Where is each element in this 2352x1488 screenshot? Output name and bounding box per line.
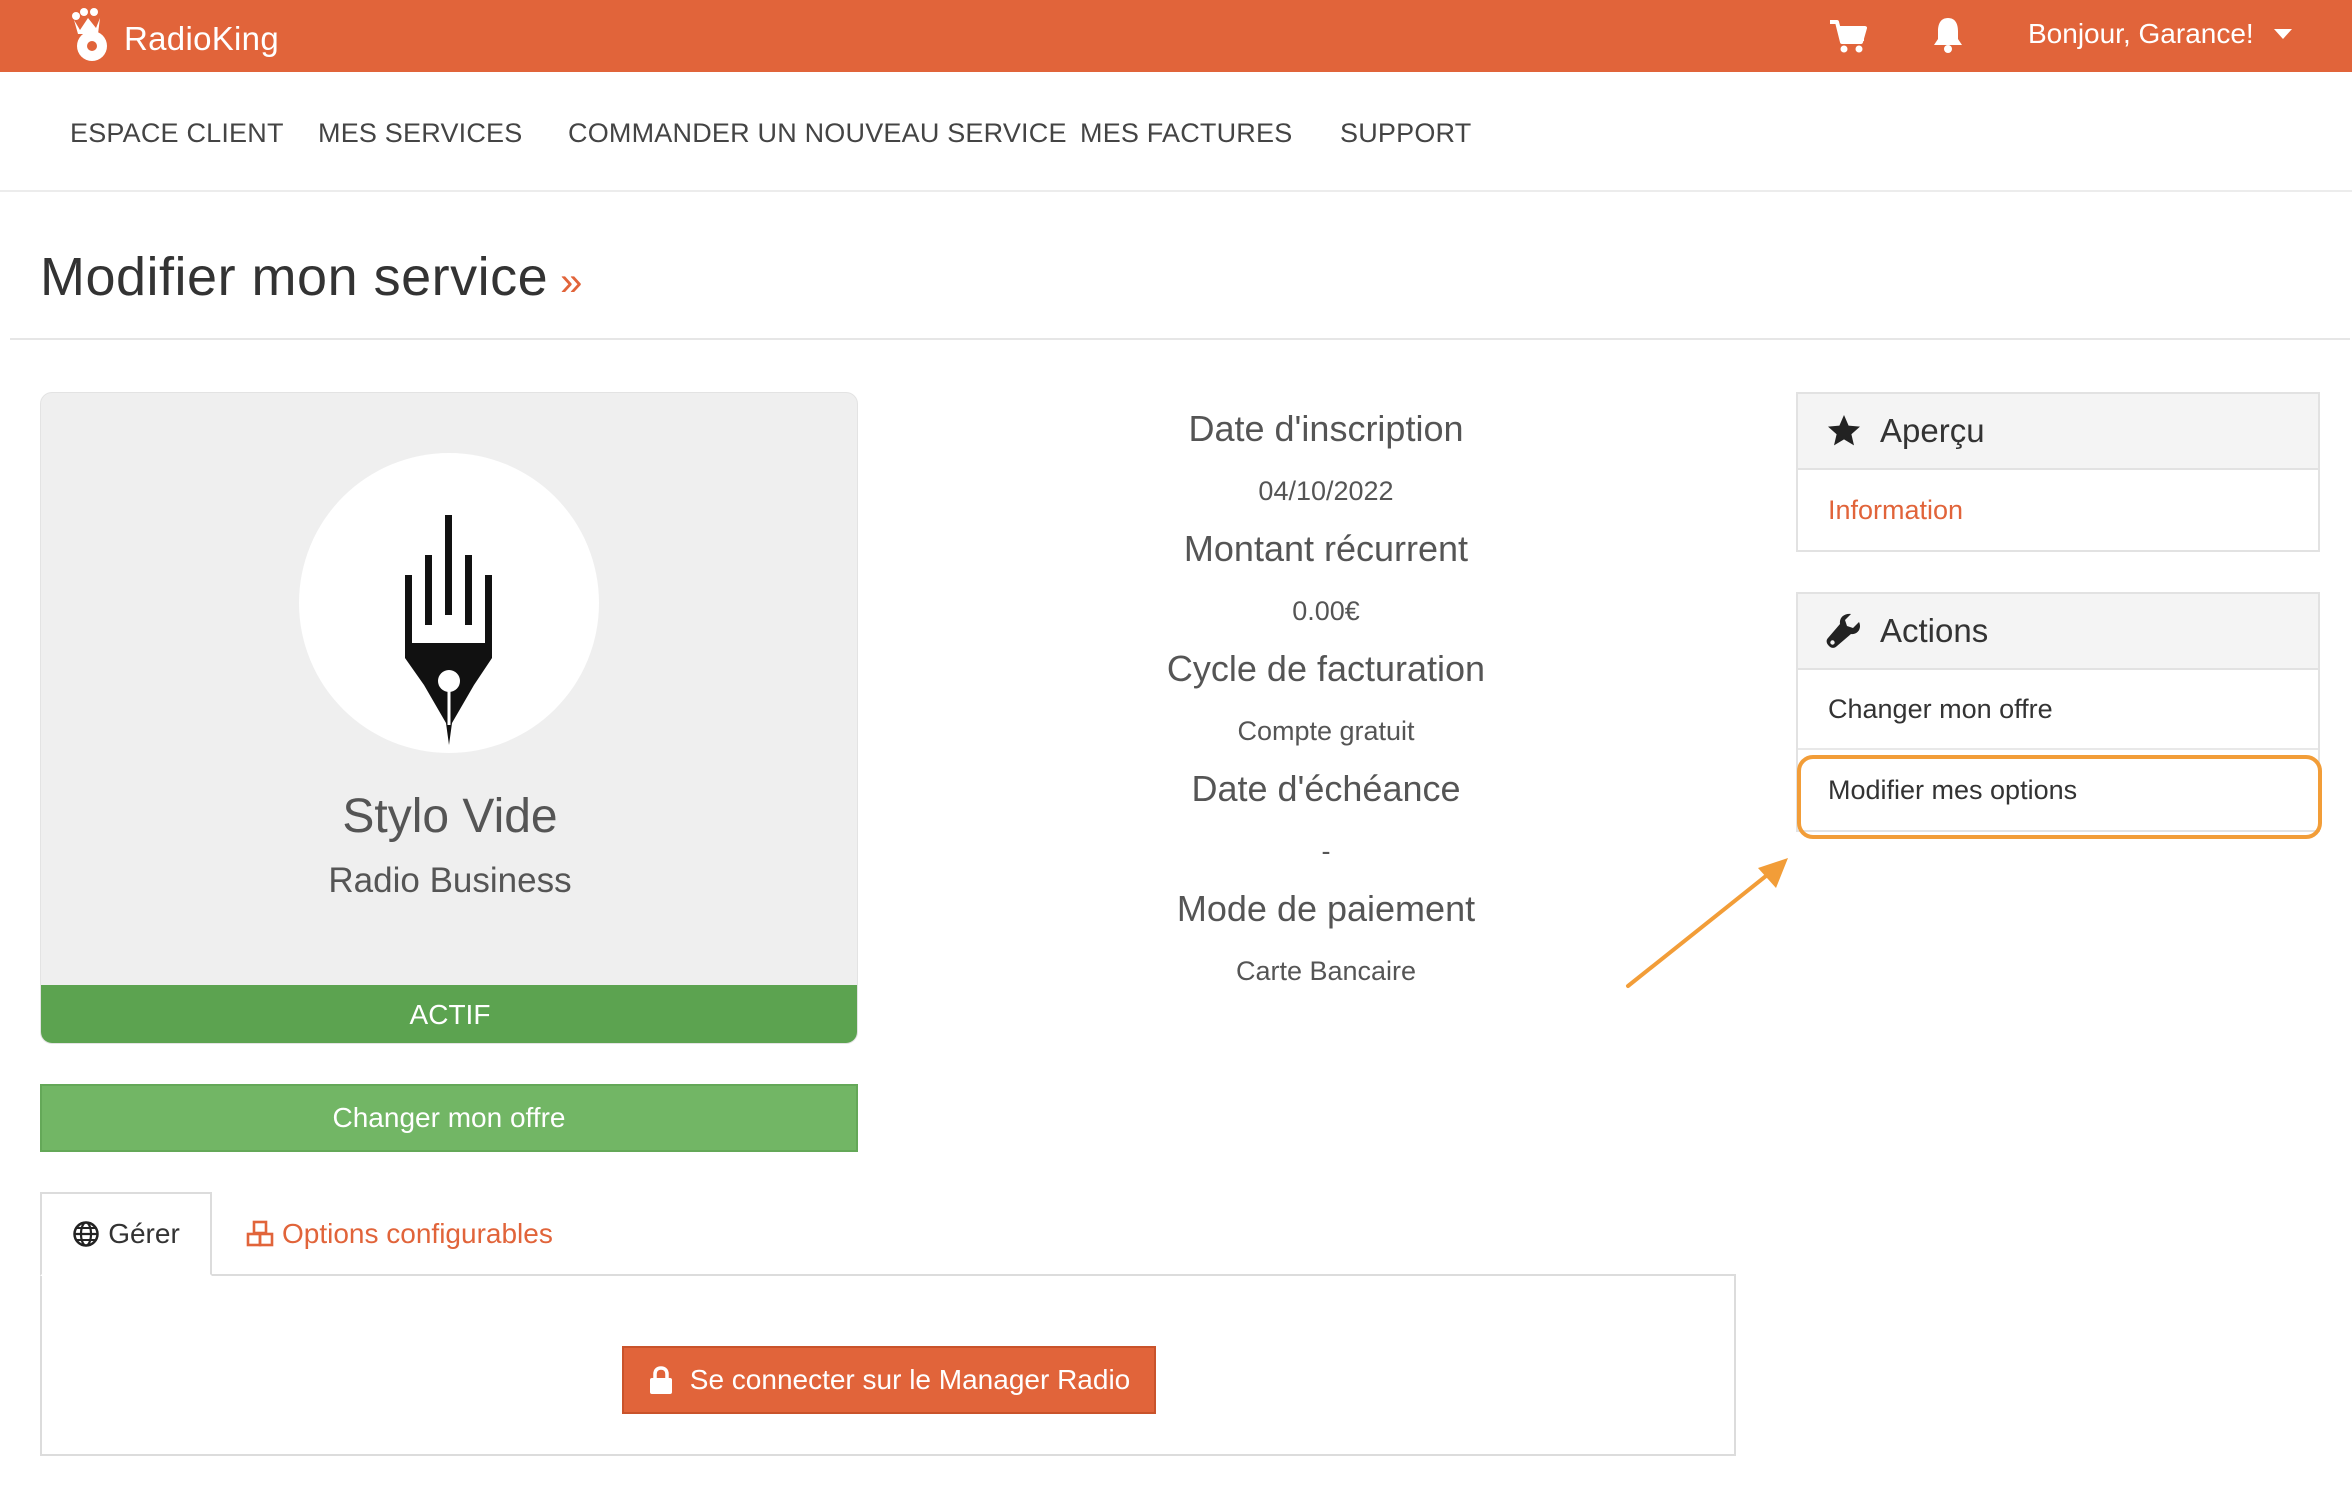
connect-manager-button[interactable]: Se connecter sur le Manager Radio xyxy=(622,1346,1156,1414)
detail-label: Date d'échéance xyxy=(1191,768,1461,809)
detail-label: Cycle de facturation xyxy=(1166,648,1486,689)
detail-label: Montant récurrent xyxy=(1183,528,1469,569)
actions-title: Actions xyxy=(1880,612,1989,649)
globe-icon xyxy=(73,1221,99,1247)
detail-label: Date d'inscription xyxy=(1188,408,1464,449)
overview-panel: Aperçu Information xyxy=(1796,392,2320,552)
wrench-icon xyxy=(1826,613,1861,648)
detail-value: 04/10/2022 xyxy=(1258,476,1394,506)
detail-value: 0.00€ xyxy=(1292,596,1360,626)
status-badge: ACTIF xyxy=(41,985,857,1043)
service-type: Radio Business xyxy=(328,861,572,900)
star-icon xyxy=(1828,415,1860,446)
bell-icon[interactable] xyxy=(1930,14,1966,54)
cubes-icon xyxy=(246,1220,274,1247)
page-title: Modifier mon service» xyxy=(40,246,583,308)
service-name: Stylo Vide xyxy=(342,790,558,843)
radioking-crown-icon xyxy=(72,8,107,61)
detail-label: Mode de paiement xyxy=(1176,888,1476,929)
nav-commander[interactable]: COMMANDER UN NOUVEAU SERVICE xyxy=(568,118,1067,149)
top-bar: RadioKing Bonjour, Garance! xyxy=(0,0,2352,72)
tab-gerer-label: Gérer xyxy=(108,1218,180,1249)
pen-nib-logo-icon xyxy=(405,515,492,745)
detail-value: Compte gratuit xyxy=(1237,716,1415,746)
overview-information-link[interactable]: Information xyxy=(1798,470,2318,550)
detail-value: - xyxy=(1321,836,1331,866)
service-avatar xyxy=(299,453,599,753)
tab-gerer[interactable]: Gérer xyxy=(40,1192,212,1276)
nav-mes-services[interactable]: MES SERVICES xyxy=(318,118,522,149)
service-card: Stylo Vide Radio Business ACTIF xyxy=(40,392,858,1044)
service-tabs: Gérer Options configurables xyxy=(40,1192,1736,1276)
overview-title: Aperçu xyxy=(1880,412,1985,449)
title-raquo: » xyxy=(560,260,583,304)
tab-options-label: Options configurables xyxy=(282,1218,553,1249)
nav-support[interactable]: SUPPORT xyxy=(1340,118,1471,149)
nav-mes-factures[interactable]: MES FACTURES xyxy=(1080,118,1292,149)
lock-icon xyxy=(649,1366,672,1394)
tab-options-configurables[interactable]: Options configurables xyxy=(246,1192,553,1276)
actions-panel-header: Actions xyxy=(1798,594,2318,670)
action-change-offer[interactable]: Changer mon offre xyxy=(1798,670,2318,750)
page-title-text: Modifier mon service xyxy=(40,247,549,307)
title-divider xyxy=(10,338,2350,340)
brand-logo[interactable]: RadioKing xyxy=(68,6,279,66)
cart-icon[interactable] xyxy=(1828,16,1868,56)
connect-manager-label: Se connecter sur le Manager Radio xyxy=(689,1364,1131,1395)
annotation-arrow xyxy=(1626,858,1788,988)
detail-value: Carte Bancaire xyxy=(1235,956,1417,986)
chevron-down-icon xyxy=(2273,29,2292,39)
overview-panel-header: Aperçu xyxy=(1798,394,2318,470)
user-menu[interactable]: Bonjour, Garance! xyxy=(2028,18,2292,50)
highlight-box xyxy=(1797,755,2322,839)
tab-pane-gerer: Se connecter sur le Manager Radio xyxy=(40,1274,1736,1456)
user-greeting: Bonjour, Garance! xyxy=(2028,18,2254,49)
main-nav: ESPACE CLIENT MES SERVICES COMMANDER UN … xyxy=(0,72,2352,192)
brand-name: RadioKing xyxy=(124,20,279,57)
change-offer-button[interactable]: Changer mon offre xyxy=(40,1084,858,1152)
nav-espace-client[interactable]: ESPACE CLIENT xyxy=(70,118,284,149)
